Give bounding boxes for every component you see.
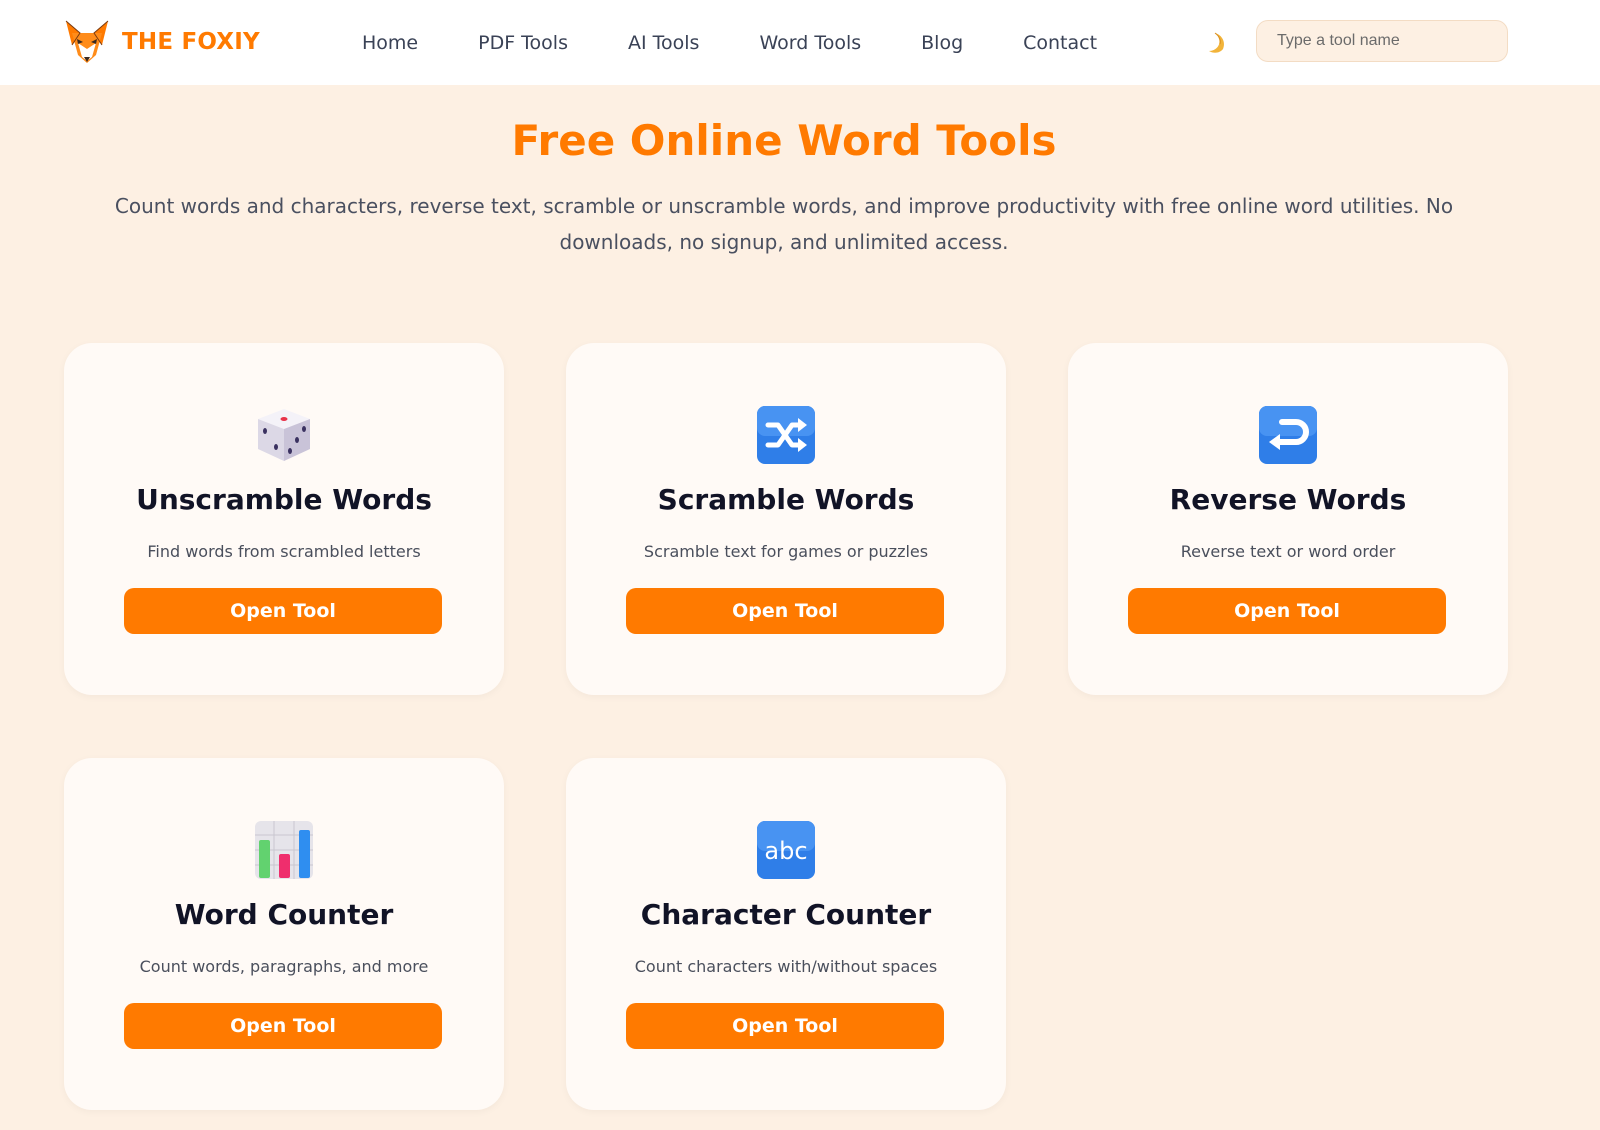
return-arrow-icon	[1259, 406, 1317, 464]
site-header: THE FOXIY Home PDF Tools AI Tools Word T…	[0, 0, 1600, 85]
fox-logo-icon	[65, 20, 109, 63]
tool-card-character-counter: abc Character Counter Count characters w…	[566, 758, 1006, 1110]
tool-card-word-counter: Word Counter Count words, paragraphs, an…	[64, 758, 504, 1110]
dice-icon	[258, 409, 310, 461]
card-title: Reverse Words	[1169, 483, 1407, 516]
tool-card-unscramble-words: Unscramble Words Find words from scrambl…	[64, 343, 504, 695]
main-nav: Home PDF Tools AI Tools Word Tools Blog …	[362, 28, 1097, 58]
card-description: Count words, paragraphs, and more	[139, 957, 429, 976]
moon-icon[interactable]	[1206, 30, 1232, 56]
page-description: Count words and characters, reverse text…	[114, 194, 1454, 254]
nav-pdf-tools[interactable]: PDF Tools	[478, 28, 568, 58]
card-description: Find words from scrambled letters	[147, 542, 421, 561]
brand-logo[interactable]: THE FOXIY	[62, 14, 260, 70]
card-description: Count characters with/without spaces	[634, 957, 938, 976]
card-title: Character Counter	[640, 898, 932, 931]
shuffle-icon	[757, 406, 815, 464]
abc-icon: abc	[757, 821, 815, 879]
tool-card-scramble-words: Scramble Words Scramble text for games o…	[566, 343, 1006, 695]
page-title: Free Online Word Tools	[511, 116, 1057, 165]
open-tool-button-unscramble[interactable]: Open Tool	[124, 588, 442, 634]
tool-card-reverse-words: Reverse Words Reverse text or word order…	[1068, 343, 1508, 695]
bar-chart-icon	[255, 821, 313, 879]
card-title: Word Counter	[174, 898, 394, 931]
open-tool-button-word-counter[interactable]: Open Tool	[124, 1003, 442, 1049]
card-description: Reverse text or word order	[1180, 542, 1396, 561]
open-tool-button-scramble[interactable]: Open Tool	[626, 588, 944, 634]
card-title: Unscramble Words	[136, 483, 432, 516]
open-tool-button-reverse[interactable]: Open Tool	[1128, 588, 1446, 634]
svg-text:abc: abc	[764, 837, 807, 865]
card-title: Scramble Words	[657, 483, 915, 516]
card-description: Scramble text for games or puzzles	[643, 542, 929, 561]
search-input[interactable]	[1256, 20, 1508, 62]
nav-contact[interactable]: Contact	[1023, 28, 1097, 58]
open-tool-button-character-counter[interactable]: Open Tool	[626, 1003, 944, 1049]
nav-word-tools[interactable]: Word Tools	[759, 28, 861, 58]
nav-blog[interactable]: Blog	[921, 28, 963, 58]
brand-name: THE FOXIY	[122, 29, 260, 55]
nav-home[interactable]: Home	[362, 28, 418, 58]
nav-ai-tools[interactable]: AI Tools	[628, 28, 699, 58]
